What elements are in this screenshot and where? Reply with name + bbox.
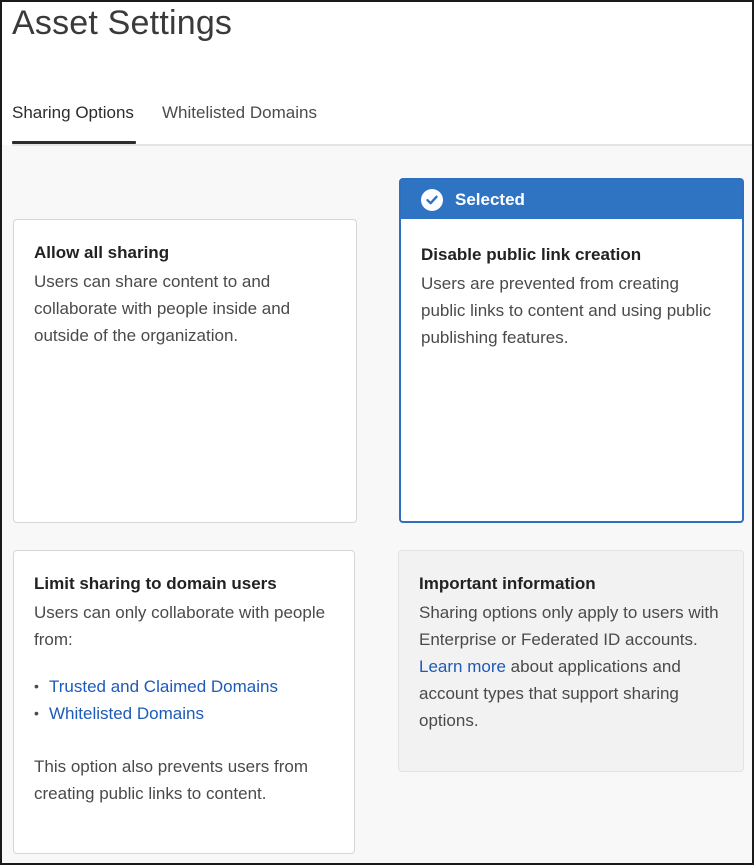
bullet-icon: • xyxy=(34,705,39,721)
page-title: Asset Settings xyxy=(12,4,233,42)
option-card-disable-public-links[interactable]: Selected Disable public link creation Us… xyxy=(399,178,744,523)
selected-label: Selected xyxy=(455,189,525,209)
card-description: Users are prevented from creating public… xyxy=(421,274,712,347)
tab-bar: Sharing Options Whitelisted Domains xyxy=(12,100,317,144)
tab-divider xyxy=(12,144,752,146)
bullet-icon: • xyxy=(34,678,39,694)
tab-sharing-options[interactable]: Sharing Options xyxy=(12,100,136,144)
info-text-before-link: Sharing options only apply to users with… xyxy=(419,603,719,649)
list-item: • Trusted and Claimed Domains xyxy=(34,673,334,700)
domain-list: • Trusted and Claimed Domains • Whitelis… xyxy=(34,673,334,727)
card-note: This option also prevents users from cre… xyxy=(34,757,309,803)
important-information-box: Important information Sharing options on… xyxy=(398,550,744,772)
learn-more-link[interactable]: Learn more xyxy=(419,657,506,676)
card-title: Disable public link creation xyxy=(421,245,642,264)
info-text: Sharing options only apply to users with… xyxy=(419,599,723,734)
app-frame: Asset Settings Sharing Options Whitelist… xyxy=(0,0,754,865)
trusted-claimed-domains-link[interactable]: Trusted and Claimed Domains xyxy=(49,673,278,700)
checkmark-circle-icon xyxy=(421,188,443,211)
header: Asset Settings Sharing Options Whitelist… xyxy=(2,2,752,145)
selected-banner: Selected xyxy=(401,180,742,219)
card-title: Allow all sharing xyxy=(34,243,170,262)
list-item: • Whitelisted Domains xyxy=(34,700,334,727)
card-title: Limit sharing to domain users xyxy=(34,574,277,593)
whitelisted-domains-link[interactable]: Whitelisted Domains xyxy=(49,700,204,727)
card-description: Users can share content to and collabora… xyxy=(34,272,291,345)
option-card-limit-to-domain-users[interactable]: Limit sharing to domain users Users can … xyxy=(13,550,355,854)
card-description: Users can only collaborate with people f… xyxy=(34,603,326,649)
tab-whitelisted-domains[interactable]: Whitelisted Domains xyxy=(162,100,317,144)
info-title: Important information xyxy=(419,574,596,593)
option-card-allow-all-sharing[interactable]: Allow all sharing Users can share conten… xyxy=(13,219,357,523)
